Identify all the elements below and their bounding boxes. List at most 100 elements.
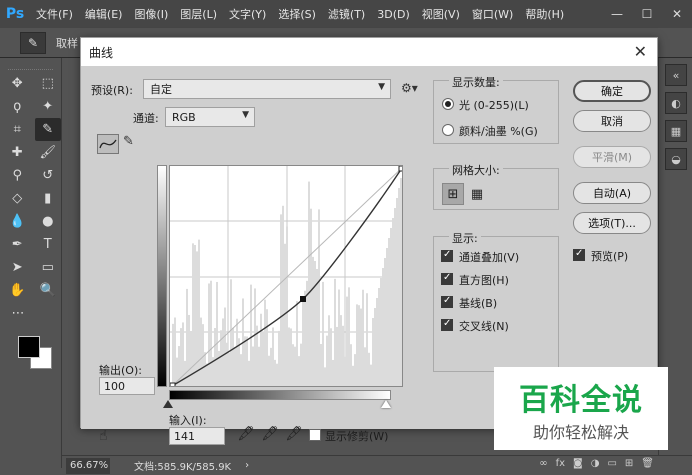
toolbar-grip[interactable]: [8, 60, 53, 70]
channel-select[interactable]: RGB ▼: [165, 107, 255, 127]
histogram-bar: [334, 278, 336, 386]
foreground-color-swatch[interactable]: [18, 336, 40, 358]
histogram-bar: [234, 347, 236, 386]
magic-wand-icon[interactable]: ✦: [35, 95, 62, 118]
histogram-bar: [398, 188, 400, 386]
histogram-bar: [392, 218, 394, 386]
window-controls: — ☐ ✕: [602, 0, 692, 28]
preset-select[interactable]: 自定 ▼: [143, 79, 391, 99]
close-window-icon[interactable]: ✕: [662, 0, 692, 28]
path-select-icon[interactable]: ➤: [4, 256, 31, 279]
marquee-icon[interactable]: ⬚: [35, 72, 62, 95]
status-menu-arrow[interactable]: ›: [245, 460, 249, 471]
link-layers-icon[interactable]: ∞: [539, 458, 547, 469]
output-field[interactable]: 100: [99, 377, 155, 395]
fx-icon[interactable]: fx: [556, 458, 565, 469]
eyedropper-tool-preset-icon[interactable]: ✎: [20, 31, 46, 54]
grid-fine-icon[interactable]: ▦: [466, 183, 488, 205]
adjustment-layer-icon[interactable]: ◑: [591, 458, 600, 469]
white-eyedropper-icon[interactable]: 🖋: [285, 426, 303, 442]
zoom-icon[interactable]: 🔍: [35, 279, 62, 302]
show-clipping-checkbox[interactable]: [309, 429, 321, 441]
folder-icon[interactable]: ▭: [607, 458, 616, 469]
histogram-bar: [190, 331, 192, 386]
panel-swatch-icon[interactable]: ▦: [665, 120, 687, 142]
pencil-icon[interactable]: ✎: [123, 134, 134, 149]
more-tools-icon[interactable]: ⋯: [4, 302, 32, 325]
histogram-bar: [216, 281, 218, 386]
menu-type[interactable]: 文字(Y): [223, 6, 272, 22]
menu-layer[interactable]: 图层(L): [174, 6, 223, 22]
histogram-bar: [374, 308, 376, 386]
menu-filter[interactable]: 滤镜(T): [322, 6, 371, 22]
blur-icon[interactable]: 💧: [4, 210, 31, 233]
histogram-bar: [276, 363, 278, 386]
target-adjust-hand-icon[interactable]: ☝: [99, 428, 108, 444]
histogram-bar: [352, 365, 354, 386]
histogram-bar: [388, 238, 390, 386]
input-field[interactable]: 141: [169, 427, 225, 445]
menu-edit[interactable]: 编辑(E): [79, 6, 129, 22]
maximize-icon[interactable]: ☐: [632, 0, 662, 28]
mask-icon[interactable]: ◙: [573, 458, 583, 469]
close-icon[interactable]: ✕: [634, 42, 647, 61]
new-layer-icon[interactable]: ⊞: [625, 458, 633, 469]
panel-adjust-icon[interactable]: ◒: [665, 148, 687, 170]
pen-icon[interactable]: ✒: [4, 233, 31, 256]
ok-button[interactable]: 确定: [573, 80, 651, 102]
move-icon[interactable]: ✥: [4, 72, 31, 95]
histogram-bar: [348, 287, 350, 386]
channel-overlays-checkbox[interactable]: [441, 249, 453, 262]
panel-collapse-icon[interactable]: «: [665, 64, 687, 86]
grid-coarse-icon[interactable]: ⊞: [442, 183, 464, 205]
histogram-bar: [296, 301, 298, 386]
brush-icon[interactable]: 🖌: [35, 141, 62, 164]
eraser-icon[interactable]: ◇: [4, 187, 31, 210]
baseline-checkbox[interactable]: [441, 295, 453, 308]
black-point-slider[interactable]: [163, 400, 173, 408]
type-icon[interactable]: T: [35, 233, 62, 256]
cancel-button[interactable]: 取消: [573, 110, 651, 132]
menu-3d[interactable]: 3D(D): [371, 8, 416, 21]
menu-help[interactable]: 帮助(H): [519, 6, 570, 22]
histogram-bar: [356, 304, 358, 386]
crop-icon[interactable]: ⌗: [4, 118, 31, 141]
trash-icon[interactable]: 🗑: [641, 458, 654, 469]
curve-edit-icon[interactable]: [97, 134, 119, 154]
black-eyedropper-icon[interactable]: 🖋: [237, 426, 255, 442]
eyedropper-icon[interactable]: ✎: [34, 118, 61, 141]
gear-icon[interactable]: ⚙▾: [401, 81, 418, 95]
smooth-button[interactable]: 平滑(M): [573, 146, 651, 168]
menu-image[interactable]: 图像(I): [128, 6, 174, 22]
curve-graph[interactable]: [169, 165, 403, 387]
menu-file[interactable]: 文件(F): [30, 6, 79, 22]
histogram-checkbox[interactable]: [441, 272, 453, 285]
pigment-label: 颜料/油墨 %(G): [459, 125, 538, 138]
light-radio[interactable]: [442, 98, 454, 110]
gray-eyedropper-icon[interactable]: 🖋: [261, 426, 279, 442]
histogram-bar: [246, 336, 248, 386]
healing-icon[interactable]: ✚: [4, 141, 31, 164]
gradient-icon[interactable]: ▮: [35, 187, 62, 210]
histogram-bar: [310, 208, 312, 386]
menu-select[interactable]: 选择(S): [272, 6, 322, 22]
histogram-bar: [380, 278, 382, 386]
history-brush-icon[interactable]: ↺: [35, 164, 62, 187]
dodge-icon[interactable]: ●: [35, 210, 62, 233]
hand-icon[interactable]: ✋: [4, 279, 31, 302]
panel-color-icon[interactable]: ◐: [665, 92, 687, 114]
zoom-level[interactable]: 66.67%: [66, 457, 110, 474]
pigment-radio[interactable]: [442, 124, 454, 136]
layer-actions: ∞ fx ◙ ◑ ▭ ⊞ 🗑: [539, 458, 654, 469]
stamp-icon[interactable]: ⚲: [4, 164, 31, 187]
minimize-icon[interactable]: —: [602, 0, 632, 28]
rectangle-icon[interactable]: ▭: [35, 256, 62, 279]
menu-window[interactable]: 窗口(W): [466, 6, 519, 22]
auto-button[interactable]: 自动(A): [573, 182, 651, 204]
lasso-icon[interactable]: ϙ: [4, 95, 31, 118]
menu-view[interactable]: 视图(V): [416, 6, 466, 22]
preview-checkbox[interactable]: [573, 248, 585, 261]
intersection-checkbox[interactable]: [441, 318, 453, 331]
options-button[interactable]: 选项(T)...: [573, 212, 651, 234]
white-point-slider[interactable]: [381, 400, 391, 408]
